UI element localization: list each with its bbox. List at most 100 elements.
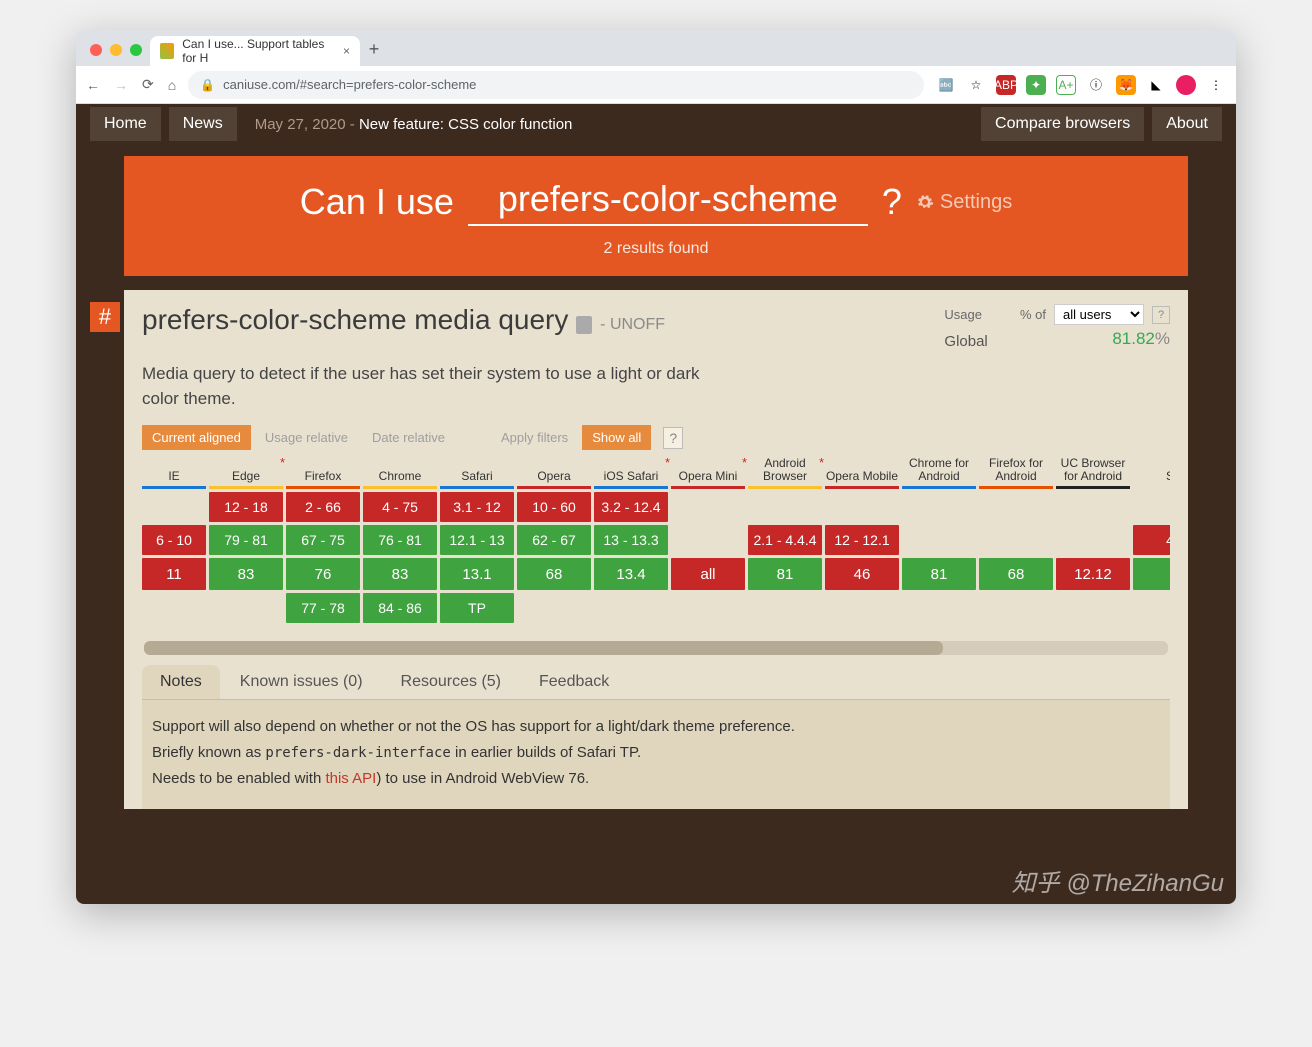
filter-current-aligned[interactable]: Current aligned [142, 425, 251, 450]
browser-header[interactable]: Chrome [363, 454, 437, 486]
version-cell-current[interactable]: 68 [979, 558, 1053, 590]
tab-known-issues[interactable]: Known issues (0) [222, 665, 381, 699]
version-cell-future[interactable]: 84 - 86 [363, 593, 437, 623]
version-cell-current[interactable]: 83 [363, 558, 437, 590]
home-icon[interactable]: ⌂ [168, 77, 176, 93]
nav-about[interactable]: About [1152, 107, 1222, 141]
version-cell-current[interactable]: 11 [142, 558, 206, 590]
nav-home[interactable]: Home [90, 107, 161, 141]
reload-icon[interactable]: ⟳ [142, 76, 154, 93]
filter-help-icon[interactable]: ? [663, 427, 683, 449]
support-table-scroll[interactable]: IE6 - 1011Edge*12 - 1879 - 8183Firefox2 … [142, 454, 1170, 631]
version-cell-past-1[interactable]: 79 - 81 [209, 525, 283, 555]
version-cell-future[interactable]: TP [440, 593, 514, 623]
version-cell-past-1[interactable]: 4 [1133, 525, 1170, 555]
back-icon[interactable]: ← [86, 77, 100, 93]
version-cell-past-1[interactable]: 6 - 10 [142, 525, 206, 555]
browser-header[interactable]: S [1133, 454, 1170, 486]
tab-resources[interactable]: Resources (5) [383, 665, 519, 699]
version-cell-past-1[interactable] [979, 525, 1053, 555]
browser-header[interactable]: Firefox [286, 454, 360, 486]
version-cell-current[interactable]: 13.1 [440, 558, 514, 590]
version-cell-current[interactable]: all [671, 558, 745, 590]
filter-apply[interactable]: Apply filters [491, 425, 578, 450]
version-cell-future[interactable] [1056, 593, 1130, 623]
version-cell-past-1[interactable]: 76 - 81 [363, 525, 437, 555]
tab-feedback[interactable]: Feedback [521, 665, 627, 699]
version-cell-past-2[interactable] [825, 492, 899, 522]
version-cell-past-1[interactable] [1056, 525, 1130, 555]
close-window-button[interactable] [90, 44, 102, 56]
version-cell-past-2[interactable]: 2 - 66 [286, 492, 360, 522]
horizontal-scrollbar[interactable] [144, 641, 1168, 655]
version-cell-past-2[interactable]: 4 - 75 [363, 492, 437, 522]
version-cell-future[interactable] [748, 593, 822, 623]
browser-header[interactable]: iOS Safari* [594, 454, 668, 486]
version-cell-future[interactable]: 77 - 78 [286, 593, 360, 623]
browser-tab[interactable]: Can I use... Support tables for H × [150, 36, 360, 66]
browser-header[interactable]: Edge* [209, 454, 283, 486]
avatar-icon[interactable] [1176, 75, 1196, 95]
version-cell-current[interactable]: 46 [825, 558, 899, 590]
metamask-icon[interactable]: 🦊 [1116, 75, 1136, 95]
extension-green-icon[interactable]: ✦ [1026, 75, 1046, 95]
extension-purple-icon[interactable]: ◣ [1146, 75, 1166, 95]
extension-aplus-icon[interactable]: A+ [1056, 75, 1076, 95]
version-cell-past-1[interactable] [671, 525, 745, 555]
browser-header[interactable]: IE [142, 454, 206, 486]
api-link[interactable]: this API [325, 770, 376, 787]
browser-header[interactable]: Chrome for Android [902, 454, 976, 486]
version-cell-future[interactable] [825, 593, 899, 623]
usage-help-icon[interactable]: ? [1152, 306, 1170, 324]
nav-news[interactable]: News [169, 107, 237, 141]
version-cell-future[interactable] [517, 593, 591, 623]
url-field[interactable]: 🔒 caniuse.com/#search=prefers-color-sche… [188, 71, 924, 99]
nav-compare[interactable]: Compare browsers [981, 107, 1144, 141]
version-cell-future[interactable] [902, 593, 976, 623]
version-cell-current[interactable]: 68 [517, 558, 591, 590]
version-cell-past-2[interactable]: 3.2 - 12.4 [594, 492, 668, 522]
minimize-window-button[interactable] [110, 44, 122, 56]
version-cell-past-2[interactable] [671, 492, 745, 522]
browser-header[interactable]: Firefox for Android [979, 454, 1053, 486]
document-icon[interactable] [576, 316, 592, 334]
browser-header[interactable]: Opera [517, 454, 591, 486]
new-tab-button[interactable]: + [360, 39, 388, 66]
browser-header[interactable]: Safari [440, 454, 514, 486]
version-cell-future[interactable] [1133, 593, 1170, 623]
maximize-window-button[interactable] [130, 44, 142, 56]
forward-icon[interactable]: → [114, 77, 128, 93]
usage-scope-select[interactable]: all users [1054, 304, 1144, 325]
version-cell-current[interactable]: 81 [748, 558, 822, 590]
translate-icon[interactable]: 🔤 [936, 75, 956, 95]
filter-usage-relative[interactable]: Usage relative [255, 425, 358, 450]
version-cell-past-1[interactable]: 12.1 - 13 [440, 525, 514, 555]
version-cell-current[interactable]: 13.4 [594, 558, 668, 590]
version-cell-future[interactable] [594, 593, 668, 623]
version-cell-past-1[interactable]: 13 - 13.3 [594, 525, 668, 555]
version-cell-past-2[interactable] [979, 492, 1053, 522]
nav-announcement[interactable]: May 27, 2020 - New feature: CSS color fu… [245, 116, 573, 133]
version-cell-current[interactable]: 12.12 [1056, 558, 1130, 590]
version-cell-future[interactable] [671, 593, 745, 623]
filter-show-all[interactable]: Show all [582, 425, 651, 450]
version-cell-past-1[interactable]: 67 - 75 [286, 525, 360, 555]
version-cell-past-2[interactable] [1056, 492, 1130, 522]
filter-date-relative[interactable]: Date relative [362, 425, 455, 450]
tab-notes[interactable]: Notes [142, 665, 220, 699]
scrollbar-thumb[interactable] [144, 641, 943, 655]
version-cell-past-2[interactable] [748, 492, 822, 522]
search-input[interactable] [468, 178, 868, 226]
version-cell-current[interactable]: 81 [902, 558, 976, 590]
info-icon[interactable]: ⓘ [1086, 75, 1106, 95]
version-cell-past-1[interactable] [902, 525, 976, 555]
browser-header[interactable]: Android Browser* [748, 454, 822, 486]
version-cell-past-1[interactable]: 2.1 - 4.4.4 [748, 525, 822, 555]
version-cell-past-2[interactable]: 3.1 - 12 [440, 492, 514, 522]
browser-header[interactable]: UC Browser for Android [1056, 454, 1130, 486]
version-cell-current[interactable] [1133, 558, 1170, 590]
version-cell-past-2[interactable] [902, 492, 976, 522]
version-cell-future[interactable] [209, 593, 283, 623]
star-icon[interactable]: ☆ [966, 75, 986, 95]
version-cell-future[interactable] [142, 593, 206, 623]
